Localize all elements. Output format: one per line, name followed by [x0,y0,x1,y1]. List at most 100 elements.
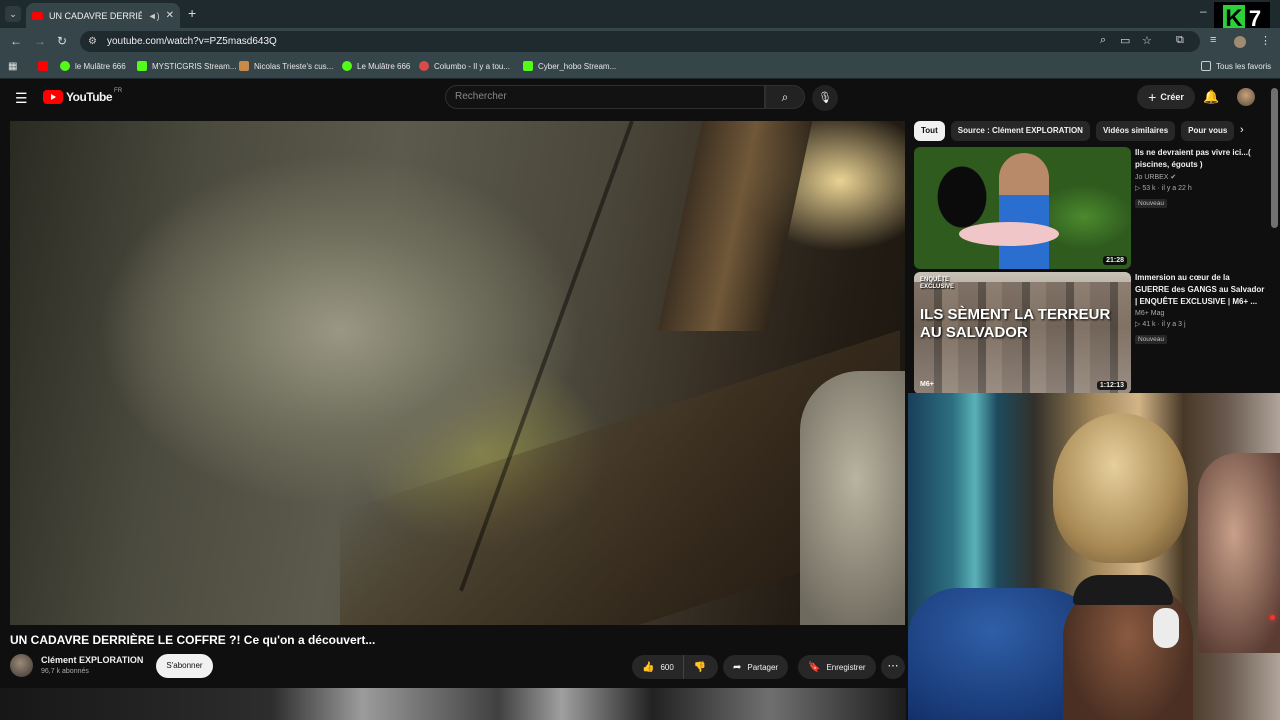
bookmarks-bar: ▦ le Mulâtre 666 MYSTICGRIS Stream... Ni… [0,55,1280,79]
video-title: UN CADAVRE DERRIÈRE LE COFFRE ?! Ce qu'o… [10,633,376,647]
bookmark-youtube[interactable] [38,61,53,71]
back-arrow-icon[interactable]: ← [10,34,22,48]
like-count: 600 [660,662,674,672]
search-input[interactable]: Rechercher [445,85,765,109]
recommendation-info: Immersion au cœur de la GUERRE des GANGS… [1135,272,1265,346]
video-duration: 21:28 [1103,256,1127,265]
folder-icon [1201,61,1211,71]
share-button[interactable]: ➦ Partager [723,655,789,679]
search-icon: ⌕ [781,90,789,104]
video-thumbnail[interactable]: 21:28 [914,147,1131,269]
url-text: youtube.com/watch?v=PZ5masd643Q [106,36,277,47]
play-icon [342,61,352,71]
red-circle-icon [419,61,429,71]
bookmark-star-icon[interactable]: ☆ [1142,34,1152,47]
video-player[interactable] [10,121,905,625]
tab-title: UN CADAVRE DERRIÈRE LE [49,10,142,21]
youtube-header: ☰ YouTube FR Rechercher ⌕ 🎙 + Créer 🔔 [0,80,1280,116]
youtube-icon [38,61,48,71]
tab-search-button[interactable]: ⌄ [5,6,21,22]
chip-similar[interactable]: Vidéos similaires [1095,121,1176,141]
chip-source[interactable]: Source : Clément EXPLORATION [950,121,1090,141]
recommendation-meta: ▷ 53 k · il y a 22 h [1135,185,1192,192]
recommendation-item[interactable]: 21:28 Ils ne devraient pas vivre ici...(… [914,147,1270,269]
recommendation-item[interactable]: ENQUÊTE EXCLUSIVE ILS SÈMENT LA TERREUR … [914,272,1270,394]
kick-icon [137,61,147,71]
play-icon [60,61,70,71]
thumbnail-text: ILS SÈMENT LA TERREUR AU SALVADOR [920,306,1111,341]
voice-search-button[interactable]: 🎙 [812,85,838,111]
thumbs-up-icon: 👍 [642,661,655,673]
cast-icon[interactable]: ▭ [1120,34,1130,47]
thumbnail-logo: M6+ [920,381,934,388]
youtube-play-icon [43,90,63,104]
all-bookmarks-folder[interactable]: Tous les favoris [1201,61,1271,71]
youtube-logo[interactable]: YouTube FR [43,88,122,104]
address-bar[interactable]: ⚙ youtube.com/watch?v=PZ5masd643Q ⌕ ▭ ☆ [80,31,1200,52]
audio-playing-icon[interactable]: ◄) [148,11,160,21]
notifications-bell-icon[interactable]: 🔔 [1203,89,1219,105]
channel-name[interactable]: Clément EXPLORATION [41,655,143,665]
channel-avatar[interactable] [10,654,33,677]
bookmark-item[interactable]: Le Mulâtre 666 [342,61,410,71]
new-badge: Nouveau [1135,335,1168,344]
site-info-icon[interactable]: ⚙ [88,36,97,47]
fox-icon [239,61,249,71]
minimize-window-button[interactable]: – [1200,4,1207,18]
webcam-overlay [908,393,1280,720]
chip-all[interactable]: Tout [914,121,945,141]
thumbnail-tag: ENQUÊTE EXCLUSIVE [920,277,955,290]
new-tab-button[interactable]: + [188,5,196,21]
bookmark-item[interactable]: le Mulâtre 666 [60,61,126,71]
plus-icon: + [1148,89,1157,105]
media-control-icon[interactable]: ≡ [1210,34,1216,46]
browser-menu-icon[interactable]: ⋮ [1260,34,1271,47]
video-thumbnail[interactable]: ENQUÊTE EXCLUSIVE ILS SÈMENT LA TERREUR … [914,272,1131,394]
new-badge: Nouveau [1135,199,1168,208]
recommendation-info: Ils ne devraient pas vivre ici...( pisci… [1135,147,1265,210]
bookmark-item[interactable]: Columbo - Il y a tou... [419,61,510,71]
next-content-preview [0,688,906,720]
like-dislike-group: 👍 600 👎 [632,655,718,679]
extensions-icon[interactable]: ⧉ [1176,34,1184,47]
reload-icon[interactable]: ↻ [57,34,67,48]
browser-tab[interactable]: UN CADAVRE DERRIÈRE LE ◄) ✕ [26,3,180,28]
apps-grid-icon[interactable]: ▦ [8,61,17,72]
account-avatar[interactable] [1237,88,1255,106]
save-button[interactable]: 🔖 Enregistrer [798,655,876,679]
close-tab-icon[interactable]: ✕ [166,10,174,21]
filter-chips: Tout Source : Clément EXPLORATION Vidéos… [914,121,1240,141]
forward-arrow-icon[interactable]: → [34,34,46,48]
share-icon: ➦ [733,661,742,673]
thumbs-down-icon: 👎 [693,661,707,673]
zoom-icon[interactable]: ⌕ [1100,34,1106,47]
search-button[interactable]: ⌕ [765,85,805,109]
hamburger-menu-icon[interactable]: ☰ [15,90,28,107]
bookmark-item[interactable]: Cyber_hobo Stream... [523,61,616,71]
recommendation-channel[interactable]: Jo URBEX ✔ [1135,173,1265,181]
recommendation-title[interactable]: Ils ne devraient pas vivre ici...( pisci… [1135,147,1265,171]
bookmark-item[interactable]: MYSTICGRIS Stream... [137,61,236,71]
like-button[interactable]: 👍 600 [632,655,684,679]
more-actions-icon[interactable]: ⋯ [881,655,905,679]
profile-avatar[interactable] [1234,36,1246,48]
dislike-button[interactable]: 👎 [684,662,716,673]
create-button[interactable]: + Créer [1137,85,1195,109]
subscriber-count: 96,7 k abonnés [41,668,89,675]
browser-tab-bar: ⌄ UN CADAVRE DERRIÈRE LE ◄) ✕ + – K 7 [0,0,1280,36]
page-scrollbar[interactable] [1271,88,1278,228]
youtube-favicon-icon [32,11,43,20]
verified-check-icon: ✔ [1170,174,1177,181]
chip-for-you[interactable]: Pour vous [1181,121,1235,141]
video-duration: 1:12:13 [1096,381,1127,390]
recommendation-meta: ▷ 41 k · il y a 3 j [1135,321,1186,328]
recommendation-channel[interactable]: M6+ Mag [1135,310,1265,317]
chevron-right-icon[interactable]: › [1240,124,1244,136]
subscribe-button[interactable]: S'abonner [156,654,213,678]
bookmark-item[interactable]: Nicolas Trieste's cus... [239,61,333,71]
microphone-icon: 🎙 [818,92,832,104]
browser-toolbar: ← → ↻ ⚙ youtube.com/watch?v=PZ5masd643Q … [0,28,1280,55]
save-icon: 🔖 [808,661,821,673]
kick-icon [523,61,533,71]
recommendation-title[interactable]: Immersion au cœur de la GUERRE des GANGS… [1135,272,1265,308]
